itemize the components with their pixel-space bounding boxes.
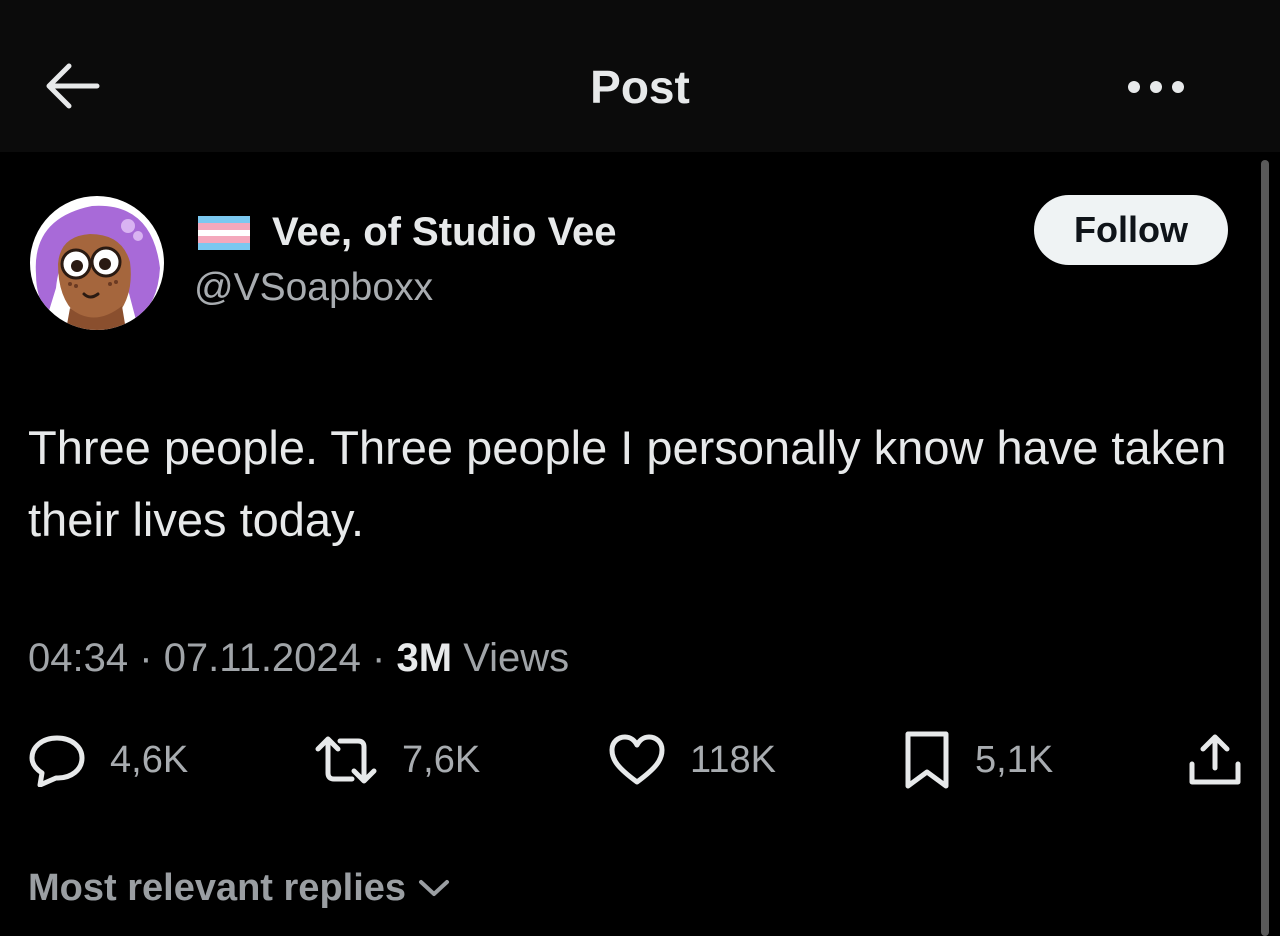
post-text: Three people. Three people I personally … <box>28 421 1227 546</box>
page-title: Post <box>590 61 690 113</box>
views-label: Views <box>463 636 570 680</box>
repost-count: 7,6K <box>402 738 481 781</box>
repost-icon <box>315 736 377 784</box>
avatar[interactable] <box>30 196 164 330</box>
more-options-button[interactable] <box>1116 62 1196 112</box>
replies-sort-label: Most relevant replies <box>28 866 407 909</box>
post-date[interactable]: 07.11.2024 <box>164 636 361 680</box>
bookmark-count: 5,1K <box>975 738 1054 781</box>
author-handle[interactable]: @VSoapboxx <box>194 266 433 310</box>
share-button[interactable] <box>1186 728 1244 792</box>
meta-separator: · <box>139 636 153 680</box>
more-horizontal-icon <box>1128 81 1184 93</box>
top-app-bar: Post <box>0 0 1280 152</box>
avatar-image <box>30 196 164 330</box>
repost-button[interactable]: 7,6K <box>314 728 480 792</box>
transgender-flag-icon <box>198 216 250 250</box>
heart-icon <box>609 734 665 785</box>
author-display-name: Vee, of Studio Vee <box>272 209 617 254</box>
like-count: 118K <box>690 738 776 781</box>
post-time[interactable]: 04:34 <box>28 636 128 680</box>
post-metadata: 04:34 · 07.11.2024 · 3M Views <box>28 630 569 686</box>
reply-icon <box>29 735 85 787</box>
scrollbar[interactable] <box>1261 160 1269 936</box>
bookmark-icon <box>905 731 949 789</box>
share-icon <box>1189 734 1241 785</box>
author-name-row[interactable]: Vee, of Studio Vee <box>198 204 617 260</box>
views-count: 3M <box>396 636 453 680</box>
reply-button[interactable]: 4,6K <box>28 728 188 792</box>
chevron-down-icon <box>419 880 450 896</box>
like-button[interactable]: 118K <box>608 728 776 792</box>
replies-sort-dropdown[interactable]: Most relevant replies <box>28 860 452 916</box>
meta-separator: · <box>372 636 386 680</box>
follow-button[interactable]: Follow <box>1034 195 1228 265</box>
reply-count: 4,6K <box>110 738 189 781</box>
bookmark-button[interactable]: 5,1K <box>903 728 1053 792</box>
